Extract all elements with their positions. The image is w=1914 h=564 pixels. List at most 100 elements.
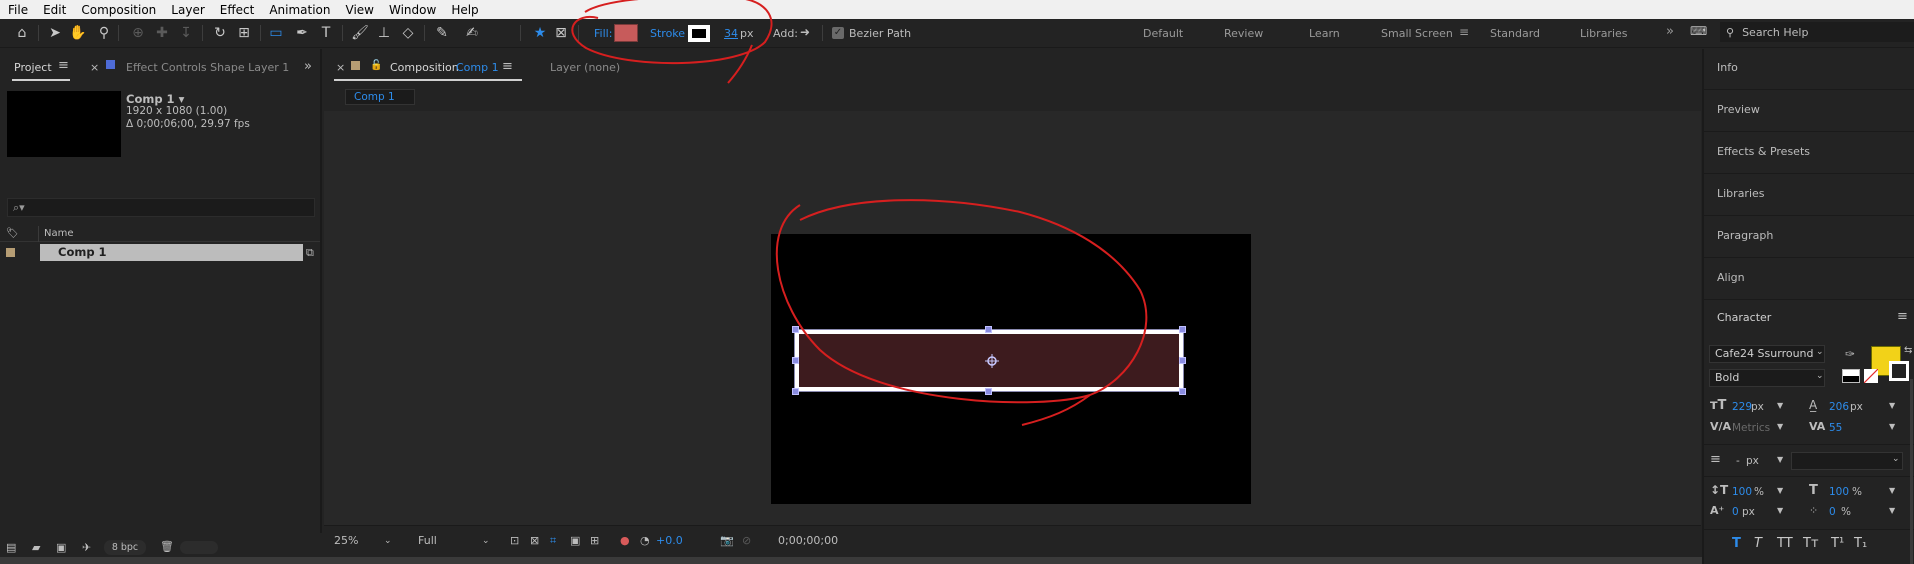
all-caps-button[interactable]: TT [1777,536,1793,551]
exposure-value[interactable]: +0.0 [656,534,683,547]
chevron-down-icon[interactable]: ▼ [1777,455,1783,464]
puppet-pin-tool-icon[interactable]: ✍ [462,23,482,43]
no-fill-color-icon[interactable] [1842,369,1860,383]
character-panel-title[interactable]: Character [1717,311,1771,324]
pan-tool-icon[interactable]: ✚ [152,23,172,43]
brush-tool-icon[interactable]: 🖌 [350,23,370,43]
tab-project[interactable]: Project [14,61,52,74]
panel-align[interactable]: Align [1704,259,1914,300]
orbit-tool-icon[interactable]: ⊕ [128,23,148,43]
menu-file[interactable]: File [8,3,28,17]
font-family-select[interactable]: Cafe24 Ssurround [1709,345,1825,363]
stroke-label[interactable]: Stroke [650,27,685,40]
kerning-value[interactable]: Metrics [1732,422,1770,434]
tab-layer[interactable]: Layer (none) [550,61,620,74]
transform-handle[interactable] [792,357,799,364]
stroke-width-value[interactable]: - [1736,455,1740,467]
workspace-small-screen[interactable]: Small Screen [1381,27,1453,40]
workspace-menu-icon[interactable]: ≡ [1459,25,1469,39]
transform-handle[interactable] [792,326,799,333]
workspace-learn[interactable]: Learn [1309,27,1340,40]
delete-icon[interactable]: 🗑 [160,540,174,553]
mask-visibility-icon[interactable]: ⌗ [550,534,556,548]
pan-behind-tool-icon[interactable]: ⊞ [234,23,254,43]
panel-effects-presets[interactable]: Effects & Presets [1704,133,1914,174]
roto-brush-tool-icon[interactable]: ✎ [432,23,452,43]
rotate-tool-icon[interactable]: ↻ [210,23,230,43]
stroke-color-swatch[interactable] [688,25,710,42]
composition-canvas[interactable] [771,234,1251,504]
transform-handle[interactable] [1179,388,1186,395]
color-management-icon[interactable]: ◔ [640,534,650,547]
horizontal-scale-value[interactable]: 100 [1829,486,1849,498]
chevron-down-icon[interactable]: ▼ [1777,401,1783,410]
tab-composition-name[interactable]: Comp 1 [456,61,499,74]
anchor-point-icon[interactable] [985,354,999,368]
chevron-down-icon[interactable]: ⌄ [384,536,392,546]
render-queue-icon[interactable]: ✈ [82,541,91,554]
faux-italic-button[interactable]: T [1754,536,1762,551]
close-tab-icon[interactable]: × [90,61,99,74]
project-search-input[interactable]: ⌕▾ [7,198,315,217]
transparency-grid-icon[interactable]: ⊠ [530,534,539,547]
pen-tool-icon[interactable]: ✒ [292,23,312,43]
thumbnail-size-slider[interactable] [180,541,218,554]
breadcrumb[interactable]: Comp 1 [345,89,415,105]
chevron-down-icon[interactable]: ⌄ [1892,454,1900,464]
workspace-standard[interactable]: Standard [1490,27,1540,40]
font-style-select[interactable]: Bold [1709,369,1825,387]
eyedropper-icon[interactable]: ✑ [1845,347,1855,361]
close-tab-icon[interactable]: × [336,61,345,74]
swap-colors-icon[interactable]: ⇆ [1904,345,1912,356]
menu-edit[interactable]: Edit [43,3,66,17]
menu-view[interactable]: View [346,3,374,17]
hand-tool-icon[interactable]: ✋ [68,23,88,43]
superscript-button[interactable]: T¹ [1831,536,1844,551]
workspace-libraries[interactable]: Libraries [1580,27,1628,40]
list-item[interactable]: Comp 1 [40,244,303,261]
transform-handle[interactable] [985,326,992,333]
rectangle-tool-icon[interactable]: ▭ [266,23,286,43]
chevron-down-icon[interactable]: ▼ [1777,506,1783,515]
show-snapshot-icon[interactable]: ⊘ [742,534,751,547]
fast-previews-icon[interactable]: ⊡ [510,534,519,547]
chevron-down-icon[interactable]: ⌄ [482,536,490,546]
tsume-value[interactable]: 0 [1829,506,1836,518]
chevron-down-icon[interactable]: ▼ [1777,486,1783,495]
menu-animation[interactable]: Animation [269,3,330,17]
region-of-interest-icon[interactable]: ▣ [570,534,580,547]
panel-overflow-icon[interactable]: » [304,59,312,74]
menu-layer[interactable]: Layer [171,3,204,17]
magnification-select[interactable]: 25% [334,534,358,547]
transform-handle[interactable] [985,388,992,395]
comp-name[interactable]: Comp 1 ▾ [126,92,184,106]
scrollbar[interactable] [1910,379,1913,564]
chevron-down-icon[interactable]: ▼ [1889,401,1895,410]
faux-bold-button[interactable]: T [1732,536,1741,551]
baseline-shift-value[interactable]: 0 [1732,506,1739,518]
panel-info[interactable]: Info [1704,49,1914,90]
tracking-value[interactable]: 55 [1829,422,1842,434]
lock-icon[interactable]: 🔓 [370,60,382,71]
dolly-tool-icon[interactable]: ↧ [176,23,196,43]
chevron-down-icon[interactable]: ▼ [1889,486,1895,495]
fill-color-swatch[interactable] [614,24,638,42]
type-tool-icon[interactable]: T [316,23,336,43]
chevron-down-icon[interactable]: ▼ [1889,506,1895,515]
workspace-overflow-icon[interactable]: » [1666,24,1674,39]
snapping-grid-icon[interactable]: ⊠ [551,23,571,43]
no-stroke-color-icon[interactable] [1864,369,1878,383]
text-stroke-color-swatch[interactable] [1889,361,1909,381]
current-time-display[interactable]: 0;00;00;00 [778,534,838,547]
chevron-down-icon[interactable]: ⌄ [1816,371,1824,381]
panel-libraries[interactable]: Libraries [1704,175,1914,216]
leading-value[interactable]: 206 [1829,401,1849,413]
character-panel-menu-icon[interactable]: ≡ [1897,309,1908,324]
fill-label[interactable]: Fill: [594,27,612,40]
zoom-tool-icon[interactable]: ⚲ [94,23,114,43]
search-help-field[interactable]: ⚲ Search Help [1720,22,1914,42]
panel-paragraph[interactable]: Paragraph [1704,217,1914,258]
home-icon[interactable]: ⌂ [12,23,32,43]
menu-window[interactable]: Window [389,3,436,17]
selection-tool-icon[interactable]: ➤ [45,23,65,43]
